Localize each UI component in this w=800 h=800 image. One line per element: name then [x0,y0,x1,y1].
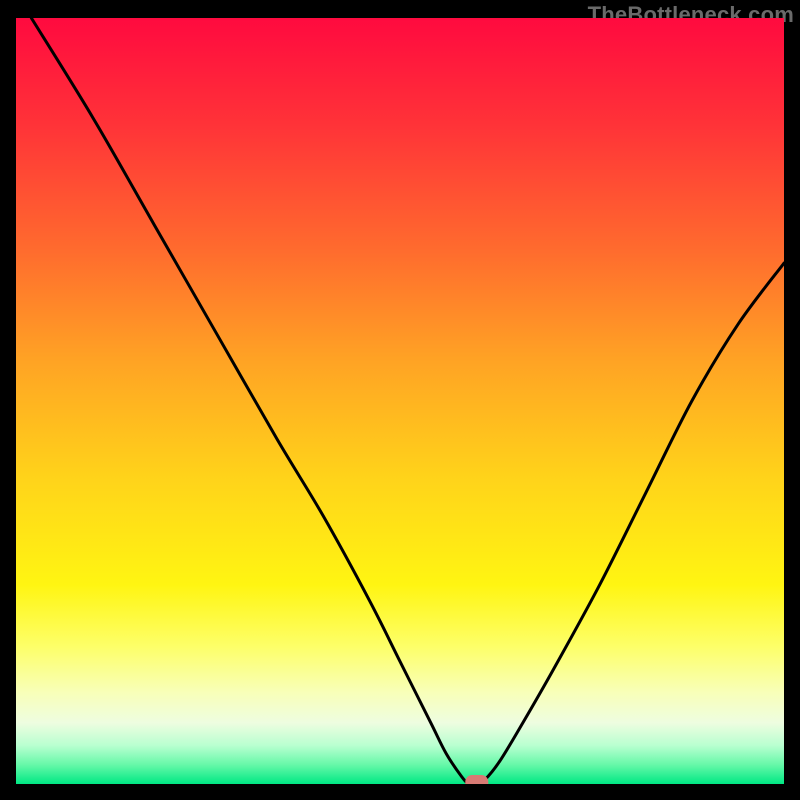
minimum-marker [465,775,488,784]
chart-frame: TheBottleneck.com [16,18,784,784]
plot-area [16,18,784,784]
bottleneck-curve [31,18,784,784]
